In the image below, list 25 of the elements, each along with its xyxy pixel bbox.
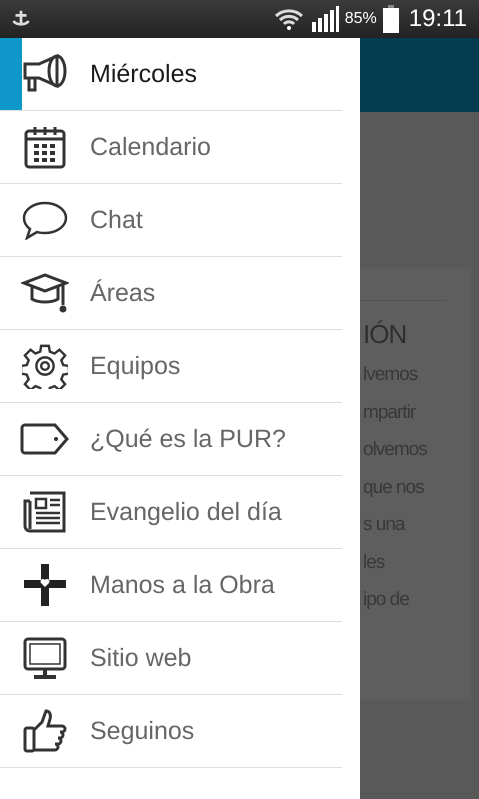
monitor-icon [22,636,68,680]
signal-icon [310,6,339,32]
drawer-item[interactable]: ¿Qué es la PUR? [0,403,342,476]
drawer-item[interactable]: Sitio web [0,622,342,695]
megaphone-icon [21,54,69,94]
drawer-item[interactable]: Evangelio del día [0,476,342,549]
drawer-item[interactable]: Calendario [0,111,342,184]
wifi-icon [272,8,305,30]
drawer-item[interactable]: Seguinos [0,695,342,768]
drawer-item[interactable]: Manos a la Obra [0,549,342,622]
newspaper-icon [22,489,68,535]
speech-bubble-icon [21,200,69,240]
battery-percent: 85% [344,10,377,28]
calendar-icon [23,125,67,169]
thumbs-up-icon [22,708,68,754]
tag-icon [20,422,70,456]
drawer-item[interactable]: Equipos [0,330,342,403]
clock: 19:11 [408,5,467,33]
graduation-cap-icon [21,271,69,315]
battery-icon [382,5,399,33]
drawer-item[interactable]: Chat [0,184,342,257]
drawer-item[interactable]: Áreas [0,257,342,330]
gear-icon [22,343,68,389]
selection-indicator [0,38,22,110]
drawer-item[interactable]: Miércoles [0,38,342,111]
